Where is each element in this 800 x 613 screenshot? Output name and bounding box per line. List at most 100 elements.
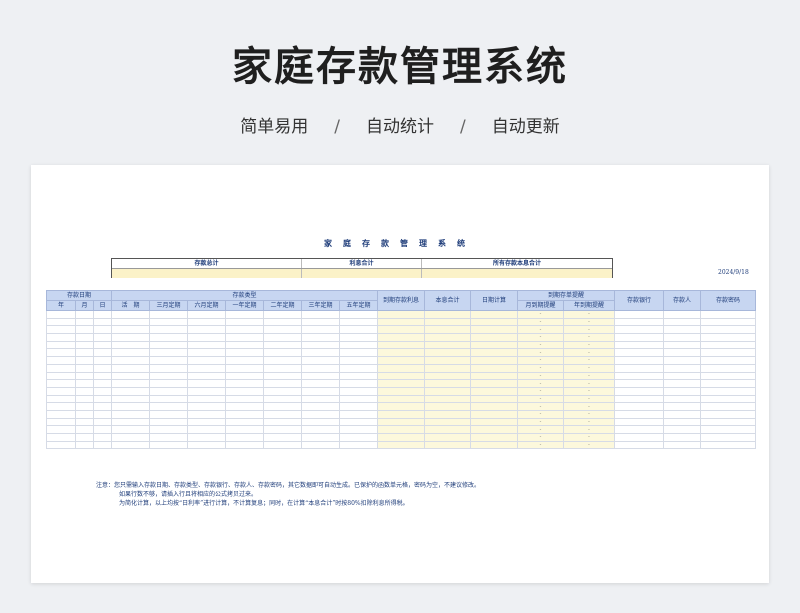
table-cell[interactable] xyxy=(700,340,756,350)
table-cell[interactable] xyxy=(93,325,112,335)
table-cell[interactable] xyxy=(263,348,302,358)
table-cell[interactable] xyxy=(470,310,518,319)
table-cell[interactable] xyxy=(377,440,425,450)
month-reminder-cell[interactable]: - xyxy=(517,425,564,434)
table-cell[interactable] xyxy=(424,356,471,365)
table-cell[interactable] xyxy=(663,425,701,434)
table-cell[interactable] xyxy=(700,433,756,442)
table-cell[interactable] xyxy=(149,325,188,335)
table-cell[interactable] xyxy=(424,433,471,442)
table-cell[interactable] xyxy=(301,394,340,404)
table-cell[interactable] xyxy=(93,340,112,350)
table-cell[interactable] xyxy=(424,379,471,388)
table-cell[interactable] xyxy=(263,310,302,319)
table-cell[interactable] xyxy=(339,333,378,342)
table-cell[interactable] xyxy=(263,417,302,427)
table-cell[interactable] xyxy=(263,317,302,327)
table-cell[interactable] xyxy=(424,317,471,327)
table-cell[interactable] xyxy=(424,402,471,411)
table-cell[interactable] xyxy=(75,417,94,427)
table-cell[interactable] xyxy=(187,440,226,450)
table-cell[interactable] xyxy=(377,325,425,335)
year-reminder-cell[interactable]: - xyxy=(563,333,615,342)
table-cell[interactable] xyxy=(187,402,226,411)
table-cell[interactable] xyxy=(75,356,94,365)
table-cell[interactable] xyxy=(663,310,701,319)
table-cell[interactable] xyxy=(46,409,76,419)
summary-total-interest-value[interactable] xyxy=(302,269,422,278)
table-cell[interactable] xyxy=(187,371,226,381)
table-cell[interactable] xyxy=(225,340,264,350)
year-reminder-cell[interactable]: - xyxy=(563,440,615,450)
table-cell[interactable] xyxy=(263,356,302,365)
table-cell[interactable] xyxy=(339,425,378,434)
table-cell[interactable] xyxy=(424,386,471,396)
table-cell[interactable] xyxy=(46,310,76,319)
table-cell[interactable] xyxy=(111,310,150,319)
table-cell[interactable] xyxy=(301,317,340,327)
table-cell[interactable] xyxy=(263,379,302,388)
table-cell[interactable] xyxy=(663,386,701,396)
table-cell[interactable] xyxy=(75,333,94,342)
month-reminder-cell[interactable]: - xyxy=(517,417,564,427)
table-cell[interactable] xyxy=(339,433,378,442)
table-cell[interactable] xyxy=(339,417,378,427)
table-cell[interactable] xyxy=(263,409,302,419)
table-cell[interactable] xyxy=(149,440,188,450)
table-cell[interactable] xyxy=(75,394,94,404)
table-cell[interactable] xyxy=(46,386,76,396)
table-cell[interactable] xyxy=(663,348,701,358)
table-cell[interactable] xyxy=(470,417,518,427)
month-reminder-cell[interactable]: - xyxy=(517,409,564,419)
table-cell[interactable] xyxy=(700,440,756,450)
table-cell[interactable] xyxy=(614,348,664,358)
table-cell[interactable] xyxy=(700,363,756,373)
table-cell[interactable] xyxy=(700,386,756,396)
table-cell[interactable] xyxy=(93,440,112,450)
table-cell[interactable] xyxy=(339,386,378,396)
table-cell[interactable] xyxy=(149,310,188,319)
table-cell[interactable] xyxy=(301,363,340,373)
table-cell[interactable] xyxy=(614,386,664,396)
table-cell[interactable] xyxy=(93,379,112,388)
table-cell[interactable] xyxy=(301,440,340,450)
month-reminder-cell[interactable]: - xyxy=(517,379,564,388)
table-cell[interactable] xyxy=(93,310,112,319)
table-cell[interactable] xyxy=(111,325,150,335)
table-cell[interactable] xyxy=(614,402,664,411)
table-cell[interactable] xyxy=(424,440,471,450)
table-cell[interactable] xyxy=(614,340,664,350)
table-cell[interactable] xyxy=(663,371,701,381)
table-cell[interactable] xyxy=(187,409,226,419)
table-cell[interactable] xyxy=(339,394,378,404)
table-cell[interactable] xyxy=(377,310,425,319)
table-cell[interactable] xyxy=(93,348,112,358)
table-cell[interactable] xyxy=(663,317,701,327)
table-cell[interactable] xyxy=(614,394,664,404)
table-cell[interactable] xyxy=(225,417,264,427)
table-cell[interactable] xyxy=(614,425,664,434)
table-cell[interactable] xyxy=(93,317,112,327)
table-cell[interactable] xyxy=(700,325,756,335)
table-cell[interactable] xyxy=(470,440,518,450)
table-cell[interactable] xyxy=(339,356,378,365)
table-cell[interactable] xyxy=(187,317,226,327)
table-cell[interactable] xyxy=(111,333,150,342)
month-reminder-cell[interactable]: - xyxy=(517,440,564,450)
table-cell[interactable] xyxy=(700,379,756,388)
table-cell[interactable] xyxy=(187,333,226,342)
table-cell[interactable] xyxy=(663,433,701,442)
table-cell[interactable] xyxy=(263,386,302,396)
table-cell[interactable] xyxy=(111,317,150,327)
table-cell[interactable] xyxy=(700,394,756,404)
summary-grand-total-value[interactable] xyxy=(422,269,612,278)
table-cell[interactable] xyxy=(377,333,425,342)
table-cell[interactable] xyxy=(301,333,340,342)
table-cell[interactable] xyxy=(46,402,76,411)
table-cell[interactable] xyxy=(46,440,76,450)
year-reminder-cell[interactable]: - xyxy=(563,417,615,427)
table-cell[interactable] xyxy=(377,386,425,396)
month-reminder-cell[interactable]: - xyxy=(517,340,564,350)
table-cell[interactable] xyxy=(301,325,340,335)
table-cell[interactable] xyxy=(93,425,112,434)
